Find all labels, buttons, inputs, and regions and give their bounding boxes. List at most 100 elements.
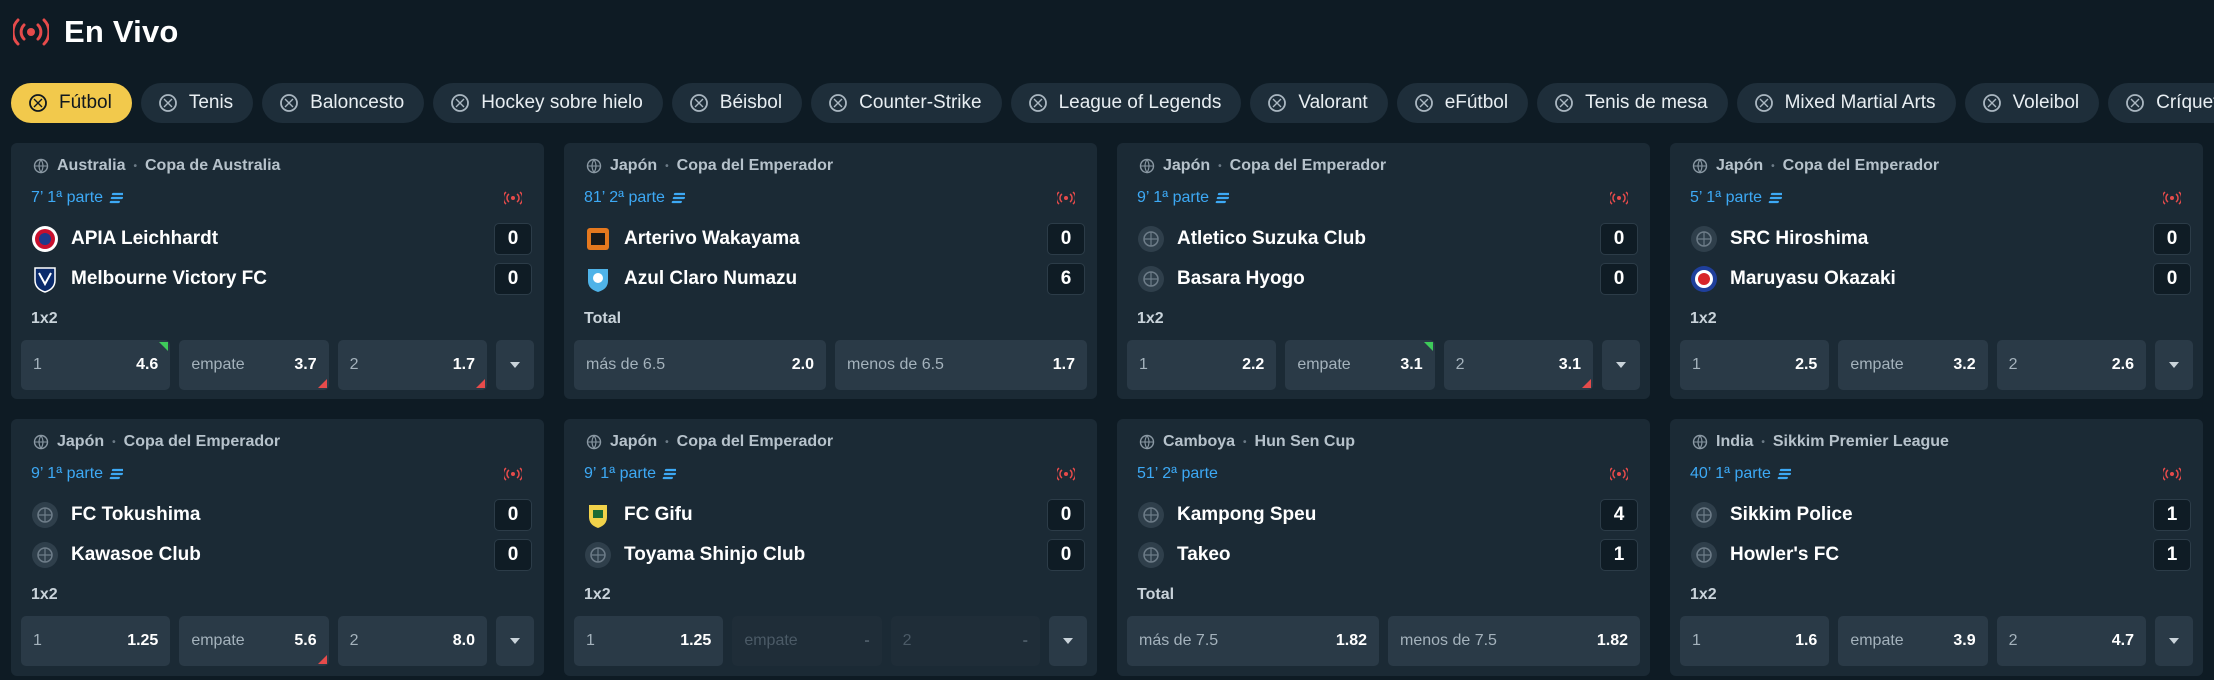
odds-row: 1 1.25 empate 5.6 2 8.0 [21, 616, 534, 666]
more-markets-button[interactable] [1601, 340, 1640, 390]
tennis-racket-icon [157, 92, 179, 114]
tab-valorant[interactable]: Valorant [1250, 83, 1388, 123]
more-markets-button[interactable] [495, 340, 534, 390]
tab-label: Tenis [188, 92, 234, 113]
more-markets-button[interactable] [1048, 616, 1087, 666]
stats-icon[interactable] [1768, 190, 1784, 206]
away-team[interactable]: Howler's FC [1690, 541, 1839, 569]
tab-mixed-martial-arts[interactable]: Mixed Martial Arts [1736, 83, 1956, 123]
tab-league-of-legends[interactable]: League of Legends [1010, 83, 1242, 123]
away-team[interactable]: Basara Hyogo [1137, 265, 1305, 293]
stats-icon[interactable] [109, 466, 125, 482]
country-name: Japón [610, 433, 658, 450]
odd-value: 1.25 [680, 632, 712, 649]
odd-button[interactable]: 1 1.6 [1680, 616, 1830, 666]
home-team[interactable]: FC Tokushima [31, 501, 201, 529]
away-team[interactable]: Kawasoe Club [31, 541, 201, 569]
odd-button[interactable]: 1 2.5 [1680, 340, 1830, 390]
odd-button[interactable]: empate 3.2 [1838, 340, 1988, 390]
home-team[interactable]: Atletico Suzuka Club [1137, 225, 1366, 253]
team-logo-icon [584, 501, 612, 529]
team-logo-icon [31, 225, 59, 253]
odd-button[interactable]: empate 5.6 [179, 616, 329, 666]
match-card[interactable]: Japón • Copa del Emperador 9’ 1ª parte FC Gi… [564, 419, 1097, 676]
away-score: 1 [2153, 539, 2191, 571]
gamepad-icon [1413, 92, 1435, 114]
tab-baloncesto[interactable]: Baloncesto [262, 83, 425, 123]
odd-button[interactable]: 1 1.25 [21, 616, 171, 666]
stats-icon[interactable] [1777, 466, 1793, 482]
away-score: 6 [1047, 263, 1085, 295]
odd-button[interactable]: 2 3.1 [1443, 340, 1593, 390]
tab-tenis-de-mesa[interactable]: Tenis de mesa [1537, 83, 1728, 123]
match-card[interactable]: Australia • Copa de Australia 7’ 1ª parte AP… [11, 143, 544, 399]
counter-strike-icon [827, 92, 849, 114]
odd-button[interactable]: empate 3.9 [1838, 616, 1988, 666]
odd-button[interactable]: 1 4.6 [21, 340, 171, 390]
tab-hockey-sobre-hielo[interactable]: Hockey sobre hielo [433, 83, 663, 123]
away-team[interactable]: Takeo [1137, 541, 1231, 569]
odd-label: menos de 6.5 [847, 356, 944, 373]
more-markets-button[interactable] [2154, 616, 2193, 666]
tab-fútbol[interactable]: Fútbol [11, 83, 132, 123]
home-team[interactable]: Arterivo Wakayama [584, 225, 800, 253]
away-team[interactable]: Toyama Shinjo Club [584, 541, 805, 569]
odds-row: más de 7.5 1.82 menos de 7.5 1.82 [1127, 616, 1640, 666]
home-team[interactable]: APIA Leichhardt [31, 225, 218, 253]
live-indicator-icon [1055, 467, 1077, 481]
away-team[interactable]: Azul Claro Numazu [584, 265, 797, 293]
home-team[interactable]: Sikkim Police [1690, 501, 1853, 529]
odd-button[interactable]: 2 8.0 [337, 616, 487, 666]
odd-button[interactable]: empate 3.7 [179, 340, 329, 390]
odd-value: 3.1 [1400, 356, 1423, 373]
home-score: 0 [1047, 223, 1085, 255]
odd-label: 1 [586, 632, 595, 649]
odds-down-indicator [475, 379, 485, 388]
odd-button[interactable]: 2 4.7 [1996, 616, 2146, 666]
tab-béisbol[interactable]: Béisbol [671, 83, 803, 123]
away-team[interactable]: Maruyasu Okazaki [1690, 265, 1896, 293]
separator-dot: • [665, 436, 669, 448]
match-card[interactable]: Japón • Copa del Emperador 81’ 2ª parte Arte… [564, 143, 1097, 399]
match-card[interactable]: Japón • Copa del Emperador 9’ 1ª parte FC To… [11, 419, 544, 676]
match-card[interactable]: Camboya • Hun Sen Cup 51’ 2ª parte Kampong S… [1117, 419, 1650, 676]
odd-button[interactable]: 2 1.7 [337, 340, 487, 390]
tab-críquet[interactable]: Críquet [2108, 83, 2214, 123]
team-name: Toyama Shinjo Club [624, 544, 806, 565]
globe-icon [33, 158, 49, 174]
away-team[interactable]: Melbourne Victory FC [31, 265, 267, 293]
tab-efútbol[interactable]: eFútbol [1396, 83, 1529, 123]
match-card[interactable]: Japón • Copa del Emperador 5’ 1ª parte SRC H… [1670, 143, 2203, 399]
more-markets-button[interactable] [2154, 340, 2193, 390]
odd-button[interactable]: más de 6.5 2.0 [574, 340, 826, 390]
odd-value: 3.1 [1558, 356, 1581, 373]
team-name: Melbourne Victory FC [71, 268, 268, 289]
team-logo-icon [31, 265, 59, 293]
globe-icon [1139, 434, 1155, 450]
stats-icon[interactable] [109, 190, 125, 206]
odd-button[interactable]: menos de 7.5 1.82 [1388, 616, 1640, 666]
home-team[interactable]: SRC Hiroshima [1690, 225, 1868, 253]
tab-voleibol[interactable]: Voleibol [1964, 83, 2100, 123]
odd-button[interactable]: 2 2.6 [1996, 340, 2146, 390]
tab-tenis[interactable]: Tenis [140, 83, 254, 123]
stats-icon[interactable] [671, 190, 687, 206]
odd-label: 1 [1692, 632, 1701, 649]
more-markets-button[interactable] [495, 616, 534, 666]
odd-button[interactable]: empate 3.1 [1285, 340, 1435, 390]
league-breadcrumb: Camboya • Hun Sen Cup [1139, 433, 1355, 451]
odd-button[interactable]: 1 2.2 [1127, 340, 1277, 390]
match-card[interactable]: India • Sikkim Premier League 40’ 1ª parte S… [1670, 419, 2203, 676]
tab-counter-strike[interactable]: Counter-Strike [811, 83, 1002, 123]
stats-icon[interactable] [1215, 190, 1231, 206]
odd-button[interactable]: 1 1.25 [574, 616, 724, 666]
odd-value: 2.6 [2111, 356, 2134, 373]
home-team[interactable]: FC Gifu [584, 501, 693, 529]
stats-icon[interactable] [662, 466, 678, 482]
odd-button[interactable]: menos de 6.5 1.7 [835, 340, 1087, 390]
home-team[interactable]: Kampong Speu [1137, 501, 1316, 529]
match-card[interactable]: Japón • Copa del Emperador 9’ 1ª parte Atlet… [1117, 143, 1650, 399]
match-time: 5’ 1ª parte [1690, 189, 1763, 206]
country-name: Australia [57, 157, 126, 174]
odd-button[interactable]: más de 7.5 1.82 [1127, 616, 1379, 666]
